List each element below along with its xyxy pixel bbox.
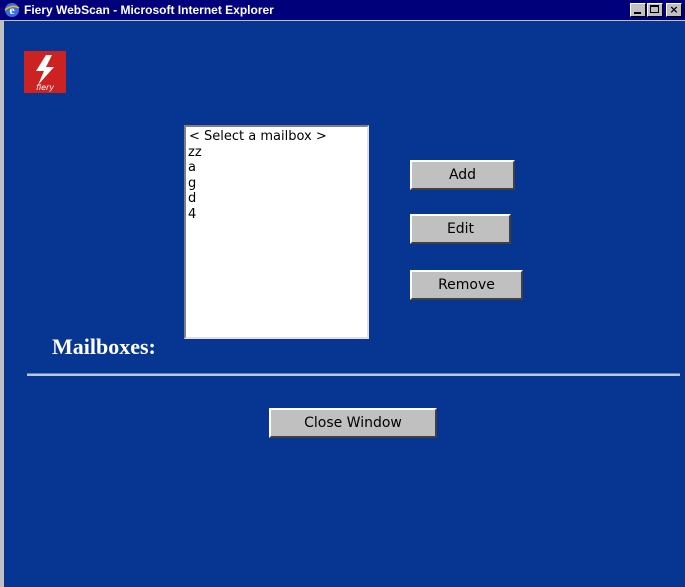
list-item[interactable]: < Select a mailbox >	[188, 129, 365, 145]
mailbox-listbox[interactable]: < Select a mailbox > zz a g d 4	[184, 125, 369, 339]
svg-text:e: e	[9, 3, 15, 17]
minimize-icon	[634, 12, 641, 14]
edit-button[interactable]: Edit	[410, 214, 511, 244]
list-item[interactable]: d	[188, 191, 365, 207]
minimize-button[interactable]	[630, 3, 646, 17]
close-icon: ×	[669, 3, 679, 16]
horizontal-divider	[27, 373, 680, 376]
list-item[interactable]: 4	[188, 207, 365, 223]
mailboxes-label: Mailboxes:	[52, 334, 156, 359]
close-window-button[interactable]: Close Window	[269, 408, 437, 438]
window-title: Fiery WebScan - Microsoft Internet Explo…	[24, 3, 274, 17]
remove-button[interactable]: Remove	[410, 270, 523, 300]
ie-icon: e	[4, 2, 20, 18]
close-button[interactable]: ×	[666, 3, 682, 17]
list-item[interactable]: zz	[188, 145, 365, 161]
browser-window: e Fiery WebScan - Microsoft Internet Exp…	[0, 0, 685, 587]
fiery-logo: fiery	[24, 51, 66, 93]
add-button[interactable]: Add	[410, 160, 515, 190]
list-item[interactable]: g	[188, 176, 365, 192]
title-bar[interactable]: e Fiery WebScan - Microsoft Internet Exp…	[0, 0, 685, 20]
fiery-logo-text: fiery	[36, 83, 54, 92]
list-item[interactable]: a	[188, 160, 365, 176]
maximize-button[interactable]	[647, 3, 663, 17]
maximize-icon	[650, 5, 659, 13]
page-content: fiery Mailboxes: < Select a mailbox > zz…	[4, 21, 685, 587]
